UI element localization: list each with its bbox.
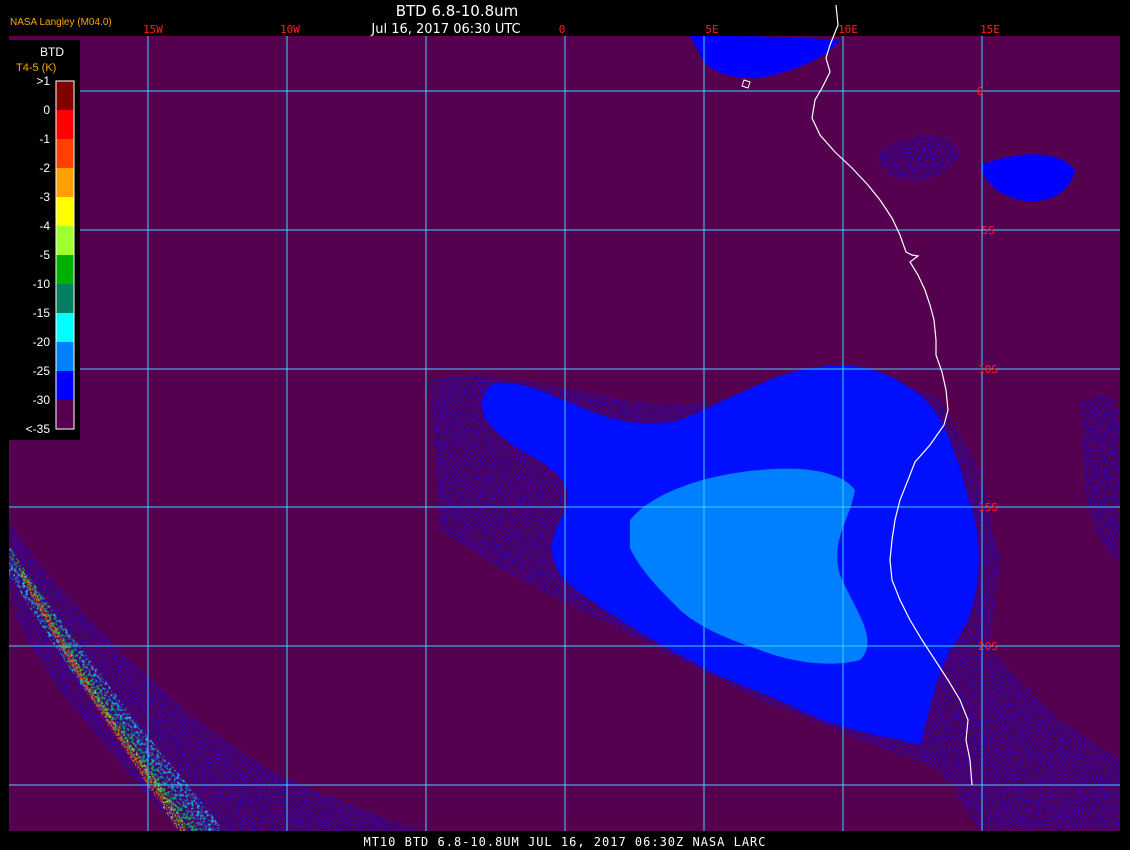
legend-swatches bbox=[56, 81, 74, 430]
lat-label-5s: 5S bbox=[981, 224, 994, 237]
legend-swatch bbox=[56, 284, 74, 314]
lon-label-5e: 5E bbox=[705, 23, 718, 36]
legend-swatch bbox=[56, 313, 74, 343]
legend-tick-label: -10 bbox=[33, 277, 51, 291]
lat-label-20s: 20S bbox=[978, 640, 998, 653]
legend-swatch bbox=[56, 81, 74, 111]
longitude-labels: 15W 10W 0 5E 10E 15E bbox=[143, 23, 1000, 36]
legend-swatch bbox=[56, 226, 74, 256]
lon-label-10e: 10E bbox=[838, 23, 858, 36]
legend-swatch bbox=[56, 110, 74, 140]
lon-label-10w: 10W bbox=[280, 23, 300, 36]
legend-swatch bbox=[56, 342, 74, 372]
color-legend: BTD T4-5 (K) >1 0 -1 -2 -3 -4 -5 -10 -15 -20 -25 -3… bbox=[8, 40, 80, 440]
legend-tick-label: 0 bbox=[43, 103, 50, 117]
legend-swatch bbox=[56, 371, 74, 401]
legend-tick-label: -30 bbox=[33, 393, 51, 407]
lon-label-15e: 15E bbox=[980, 23, 1000, 36]
lon-label-15w: 15W bbox=[143, 23, 163, 36]
lon-label-0: 0 bbox=[559, 23, 566, 36]
legend-tick-label: -4 bbox=[39, 219, 50, 233]
legend-tick-label: -1 bbox=[39, 132, 50, 146]
legend-tick-label: -3 bbox=[39, 190, 50, 204]
footer-caption: MT10 BTD 6.8-10.8UM JUL 16, 2017 06:30Z … bbox=[363, 835, 766, 849]
legend-tick-label: -15 bbox=[33, 306, 51, 320]
lat-label-15s: 15S bbox=[978, 501, 998, 514]
legend-swatch bbox=[56, 168, 74, 198]
legend-tick-label: -20 bbox=[33, 335, 51, 349]
legend-title: BTD bbox=[40, 45, 64, 59]
legend-swatch bbox=[56, 139, 74, 169]
legend-tick-label: -5 bbox=[39, 248, 50, 262]
satellite-image: 15W 10W 0 5E 10E 15E 0 5S 10S 15S 20S BT… bbox=[0, 2, 1130, 850]
image-datetime: Jul 16, 2017 06:30 UTC bbox=[370, 22, 520, 37]
lat-label-0: 0 bbox=[977, 85, 984, 98]
legend-swatch bbox=[56, 400, 74, 430]
legend-tick-label: >1 bbox=[36, 74, 50, 88]
legend-swatch bbox=[56, 255, 74, 285]
credit-label: NASA Langley (M04.0) bbox=[10, 17, 112, 28]
legend-swatch bbox=[56, 197, 74, 227]
legend-tick-label: -25 bbox=[33, 364, 51, 378]
legend-units: T4-5 (K) bbox=[16, 62, 56, 74]
lat-label-10s: 10S bbox=[978, 363, 998, 376]
legend-tick-label: -2 bbox=[39, 161, 50, 175]
legend-tick-label: <-35 bbox=[26, 422, 51, 436]
image-title: BTD 6.8-10.8um bbox=[396, 2, 519, 20]
